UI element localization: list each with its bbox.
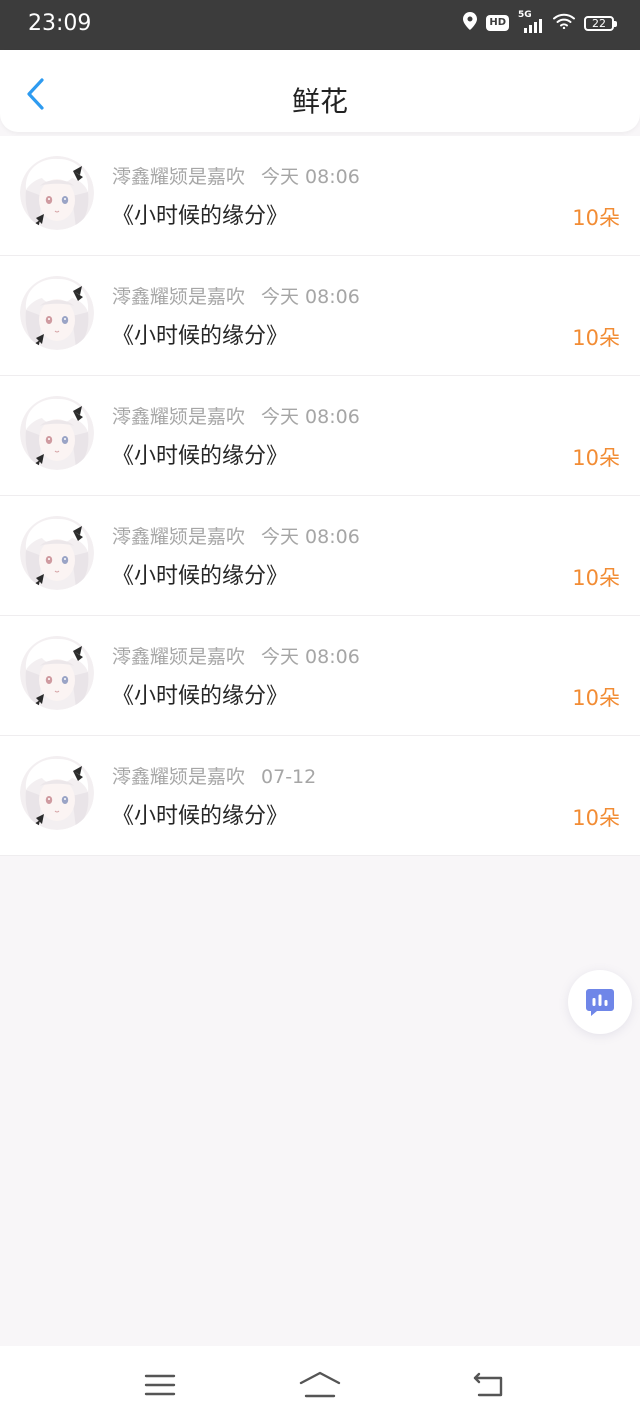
sender-name: 澪鑫耀颎是嘉吹 — [112, 646, 246, 668]
gift-title: 《小时候的缘分》 — [112, 564, 289, 589]
status-bar: 23:09 HD 5G 22 — [0, 0, 640, 50]
status-icons: HD 5G 22 — [463, 10, 617, 34]
nav-header: 鲜花 — [0, 50, 640, 132]
home-button[interactable] — [298, 1368, 342, 1402]
chat-stats-icon — [586, 989, 614, 1016]
flower-count: 10朵 — [572, 566, 620, 590]
avatar[interactable] — [20, 756, 94, 830]
send-time: 今天 08:06 — [261, 166, 360, 188]
flower-record-list: 澪鑫耀颎是嘉吹 今天 08:06 《小时候的缘分》 10朵 澪鑫耀颎是嘉吹 今天 0… — [0, 136, 640, 856]
flower-count: 10朵 — [572, 446, 620, 470]
send-time: 今天 08:06 — [261, 646, 360, 668]
list-item[interactable]: 澪鑫耀颎是嘉吹 今天 08:06 《小时候的缘分》 10朵 — [0, 376, 640, 496]
sender-line: 澪鑫耀颎是嘉吹 07-12 — [112, 762, 316, 789]
home-icon — [299, 1371, 341, 1398]
gift-title: 《小时候的缘分》 — [112, 684, 289, 709]
hd-icon: HD — [486, 15, 509, 31]
sender-name: 澪鑫耀颎是嘉吹 — [112, 286, 246, 308]
avatar[interactable] — [20, 276, 94, 350]
list-item[interactable]: 澪鑫耀颎是嘉吹 今天 08:06 《小时候的缘分》 10朵 — [0, 136, 640, 256]
avatar[interactable] — [20, 516, 94, 590]
menu-icon — [144, 1374, 176, 1396]
system-nav-bar — [0, 1346, 640, 1422]
send-time: 今天 08:06 — [261, 286, 360, 308]
list-item[interactable]: 澪鑫耀颎是嘉吹 07-12 《小时候的缘分》 10朵 — [0, 736, 640, 856]
sender-name: 澪鑫耀颎是嘉吹 — [112, 406, 246, 428]
signal-icon: 5G — [518, 10, 544, 34]
sender-name: 澪鑫耀颎是嘉吹 — [112, 526, 246, 548]
list-item[interactable]: 澪鑫耀颎是嘉吹 今天 08:06 《小时候的缘分》 10朵 — [0, 616, 640, 736]
back-icon — [473, 1372, 503, 1397]
sender-line: 澪鑫耀颎是嘉吹 今天 08:06 — [112, 522, 360, 549]
gift-title: 《小时候的缘分》 — [112, 804, 289, 829]
gift-title: 《小时候的缘分》 — [112, 204, 289, 229]
list-item[interactable]: 澪鑫耀颎是嘉吹 今天 08:06 《小时候的缘分》 10朵 — [0, 256, 640, 376]
location-icon — [463, 12, 478, 34]
sender-line: 澪鑫耀颎是嘉吹 今天 08:06 — [112, 402, 360, 429]
sender-line: 澪鑫耀颎是嘉吹 今天 08:06 — [112, 642, 360, 669]
avatar[interactable] — [20, 636, 94, 710]
flower-count: 10朵 — [572, 206, 620, 230]
sender-name: 澪鑫耀颎是嘉吹 — [112, 766, 246, 788]
gift-title: 《小时候的缘分》 — [112, 444, 289, 469]
list-item[interactable]: 澪鑫耀颎是嘉吹 今天 08:06 《小时候的缘分》 10朵 — [0, 496, 640, 616]
floating-chat-button[interactable] — [568, 970, 632, 1034]
send-time: 07-12 — [261, 766, 317, 788]
status-time: 23:09 — [28, 11, 92, 36]
avatar[interactable] — [20, 396, 94, 470]
menu-button[interactable] — [138, 1368, 182, 1402]
flower-count: 10朵 — [572, 686, 620, 710]
battery-icon: 22 — [584, 15, 617, 31]
send-time: 今天 08:06 — [261, 526, 360, 548]
sender-line: 澪鑫耀颎是嘉吹 今天 08:06 — [112, 162, 360, 189]
avatar[interactable] — [20, 156, 94, 230]
send-time: 今天 08:06 — [261, 406, 360, 428]
sender-name: 澪鑫耀颎是嘉吹 — [112, 166, 246, 188]
gift-title: 《小时候的缘分》 — [112, 324, 289, 349]
page-title: 鲜花 — [291, 85, 348, 118]
flower-count: 10朵 — [572, 806, 620, 830]
back-nav-button[interactable] — [466, 1368, 510, 1402]
wifi-icon — [553, 13, 575, 33]
flower-count: 10朵 — [572, 326, 620, 350]
sender-line: 澪鑫耀颎是嘉吹 今天 08:06 — [112, 282, 360, 309]
